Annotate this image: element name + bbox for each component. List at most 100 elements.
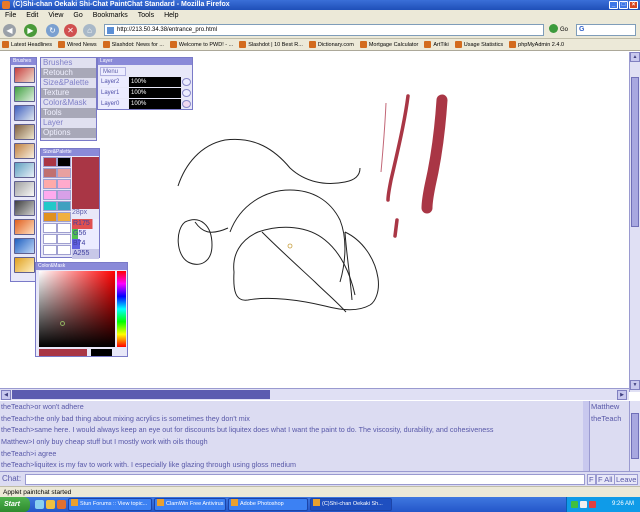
layer-visibility-icon[interactable] (182, 89, 191, 97)
f-button[interactable]: F (587, 474, 596, 485)
color-swatch[interactable] (43, 179, 57, 189)
minimize-button[interactable]: _ (609, 1, 618, 9)
bookmark-item[interactable]: Usage Statistics (454, 39, 503, 50)
bookmark-item[interactable]: ArtTiki (424, 39, 449, 50)
chat-input[interactable] (25, 474, 585, 485)
close-button[interactable]: × (629, 1, 638, 9)
menu-view[interactable]: View (47, 10, 64, 21)
layer-row[interactable]: Layer0 100% (100, 99, 192, 109)
menu-item-texture[interactable]: Texture (41, 88, 96, 98)
fill-tool-icon[interactable] (14, 257, 35, 273)
bookmark-item[interactable]: phpMyAdmin 2.4.0 (509, 39, 564, 50)
tray-icon[interactable] (589, 501, 596, 508)
bookmark-item[interactable]: Latest Headlines (2, 39, 52, 50)
desktop-icon[interactable] (35, 500, 44, 509)
stop-icon[interactable]: ✕ (64, 24, 77, 37)
color-swatch[interactable] (43, 190, 57, 200)
bookmark-item[interactable]: Wired News (57, 39, 97, 50)
hue-slider[interactable] (117, 271, 126, 347)
pen-tool-icon[interactable] (14, 67, 35, 83)
taskbar-item[interactable]: Stun Forums :: View topic... (68, 498, 152, 511)
layer-opacity[interactable]: 100% (129, 99, 181, 109)
layer-opacity[interactable]: 100% (129, 77, 181, 87)
scroll-thumb[interactable] (631, 77, 639, 227)
layer-menu-button[interactable]: Menu (100, 67, 126, 76)
color-swatch[interactable] (57, 157, 71, 167)
color-swatch[interactable] (57, 179, 71, 189)
color-swatch[interactable] (57, 223, 71, 233)
bookmark-item[interactable]: Slashdot | 10 Best R... (239, 39, 303, 50)
user-item[interactable]: Matthew (590, 401, 629, 413)
layer-visibility-icon[interactable] (182, 78, 191, 86)
color-swatch[interactable] (43, 223, 57, 233)
firefox-quicklaunch-icon[interactable] (57, 500, 66, 509)
user-list-scrollbar[interactable] (629, 401, 640, 471)
taskbar-item[interactable]: Adobe Photoshop (228, 498, 308, 511)
previous-color[interactable] (91, 349, 112, 356)
bookmark-item[interactable]: Dictionary.com (308, 39, 354, 50)
search-input[interactable]: G (576, 24, 636, 36)
color-swatch[interactable] (43, 212, 57, 222)
color-swatch[interactable] (43, 234, 57, 244)
tray-icon[interactable] (580, 501, 587, 508)
water-tool-icon[interactable] (14, 238, 35, 254)
color-swatch[interactable] (43, 168, 57, 178)
tray-icon[interactable] (571, 501, 578, 508)
menu-item-tools[interactable]: Tools (41, 108, 96, 118)
menu-go[interactable]: Go (72, 10, 83, 21)
forward-icon[interactable]: ▶ (24, 24, 37, 37)
burn-tool-icon[interactable] (14, 219, 35, 235)
pencil-tool-icon[interactable] (14, 105, 35, 121)
menu-file[interactable]: File (4, 10, 17, 21)
menu-item-color-mask[interactable]: Color&Mask (41, 98, 96, 108)
home-icon[interactable]: ⌂ (83, 24, 96, 37)
color-picker-marker[interactable] (60, 321, 65, 326)
canvas-vertical-scrollbar[interactable]: ▲ ▼ (629, 52, 640, 392)
dodge-tool-icon[interactable] (14, 200, 35, 216)
blue-slider[interactable]: B74 (72, 239, 99, 249)
menu-item-brushes[interactable]: Brushes (41, 58, 96, 68)
eraser-tool-icon[interactable] (14, 181, 35, 197)
menu-item-layer[interactable]: Layer (41, 118, 96, 128)
scroll-thumb[interactable] (12, 390, 270, 399)
layer-row[interactable]: Layer2 100% (100, 77, 192, 87)
scroll-thumb[interactable] (631, 413, 639, 459)
menu-tools[interactable]: Tools (137, 10, 155, 21)
taskbar-item[interactable]: ClamWin Free Antivirus (154, 498, 226, 511)
maximize-button[interactable]: □ (619, 1, 628, 9)
reload-icon[interactable]: ↻ (46, 24, 59, 37)
saturation-value-field[interactable] (39, 271, 115, 347)
color-swatch[interactable] (57, 212, 71, 222)
scroll-down-icon[interactable]: ▼ (630, 380, 640, 390)
color-swatch[interactable] (57, 245, 71, 255)
layer-opacity[interactable]: 100% (129, 88, 181, 98)
brush-tool-icon[interactable] (14, 86, 35, 102)
start-button[interactable]: Start (0, 497, 30, 512)
menu-help[interactable]: Help (163, 10, 179, 21)
blur-tool-icon[interactable] (14, 143, 35, 159)
color-swatch[interactable] (57, 168, 71, 178)
back-icon[interactable]: ◀ (3, 24, 16, 37)
color-swatch[interactable] (57, 190, 71, 200)
color-swatch[interactable] (43, 201, 57, 211)
bookmark-item[interactable]: Mortgage Calculator (359, 39, 418, 50)
canvas-horizontal-scrollbar[interactable]: ◀ ▶ (0, 388, 629, 400)
f-all-button[interactable]: F All (596, 474, 615, 485)
menu-bookmarks[interactable]: Bookmarks (92, 10, 129, 21)
menu-item-size-palette[interactable]: Size&Palette (41, 78, 96, 88)
user-item[interactable]: theTeach (590, 413, 629, 425)
alpha-slider[interactable]: A255 (72, 249, 99, 259)
color-swatch[interactable] (43, 157, 57, 167)
layer-visibility-icon[interactable] (182, 100, 191, 108)
menu-item-options[interactable]: Options (41, 128, 96, 138)
red-slider[interactable]: R175 (72, 219, 99, 229)
go-button[interactable]: Go (549, 24, 575, 36)
color-swatch[interactable] (57, 234, 71, 244)
leave-button[interactable]: Leave (614, 474, 639, 485)
address-bar[interactable]: http://213.50.34.38/entrance_pro.html (104, 24, 544, 36)
bookmark-item[interactable]: Slashdot: News for ... (102, 39, 164, 50)
explorer-icon[interactable] (46, 500, 55, 509)
smudge-tool-icon[interactable] (14, 162, 35, 178)
layer-row[interactable]: Layer1 100% (100, 88, 192, 98)
bookmark-item[interactable]: Welcome to PWD! - ... (169, 39, 233, 50)
